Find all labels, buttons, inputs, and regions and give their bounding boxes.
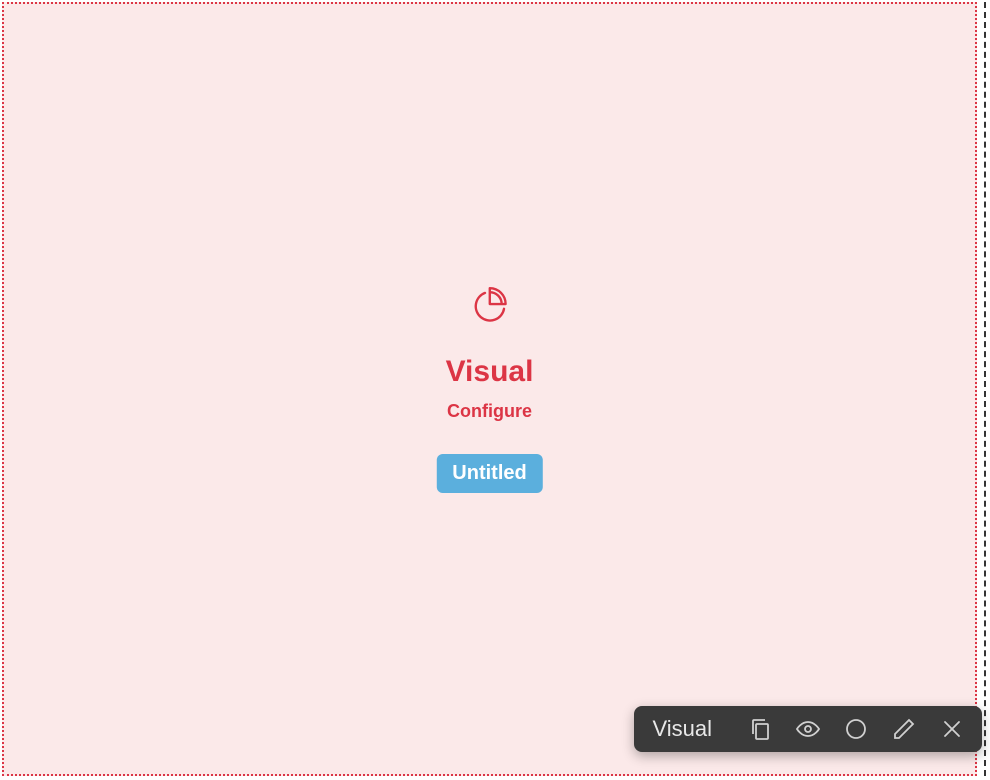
edit-pencil-icon[interactable]	[892, 717, 916, 741]
toolbar-widget-label: Visual	[652, 716, 712, 742]
side-panel-drag-edge[interactable]	[984, 2, 988, 776]
pie-chart-icon	[471, 285, 509, 323]
widget-type-title: Visual	[446, 355, 534, 389]
close-icon[interactable]	[940, 717, 964, 741]
widget-toolbar: Visual	[634, 706, 982, 752]
widget-center-content: Visual Configure Untitled	[436, 285, 542, 493]
canvas-widget-placeholder[interactable]: Visual Configure Untitled	[2, 2, 977, 776]
eye-icon[interactable]	[796, 717, 820, 741]
copy-icon[interactable]	[748, 717, 772, 741]
widget-name-badge[interactable]: Untitled	[436, 454, 542, 493]
configure-link[interactable]: Configure	[447, 401, 532, 422]
circle-icon[interactable]	[844, 717, 868, 741]
